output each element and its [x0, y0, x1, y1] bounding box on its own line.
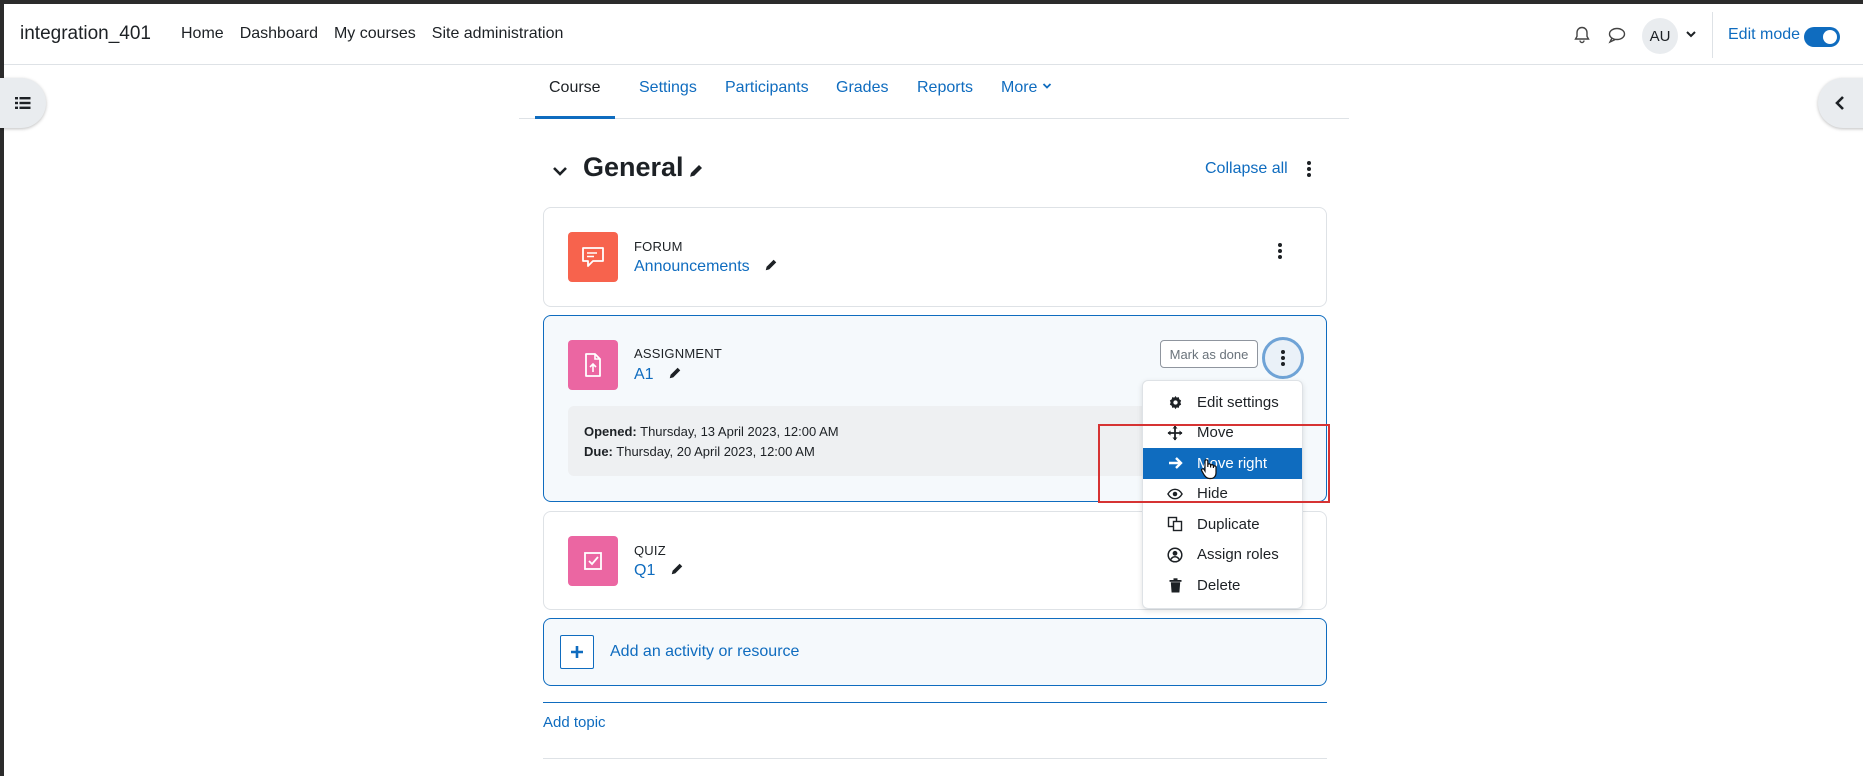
- hand-cursor-icon: [1201, 459, 1217, 480]
- top-navbar: integration_401 Home Dashboard My course…: [4, 4, 1863, 65]
- chevron-down-icon: [1042, 83, 1052, 89]
- quiz-icon: [568, 536, 618, 586]
- edit-pencil-icon[interactable]: [764, 258, 778, 272]
- edit-pencil-icon[interactable]: [670, 562, 684, 576]
- navbar-divider: [1712, 12, 1713, 58]
- activity-type-label: FORUM: [634, 239, 683, 254]
- activity-name-link[interactable]: Q1: [634, 562, 684, 580]
- tab-more-label: More: [1001, 79, 1038, 96]
- nav-dashboard[interactable]: Dashboard: [240, 25, 318, 43]
- nav-home[interactable]: Home: [181, 25, 224, 43]
- course-index-drawer-button[interactable]: [0, 78, 46, 128]
- chevron-left-icon: [1835, 96, 1844, 110]
- activity-actions-menu-button[interactable]: [1262, 337, 1304, 379]
- menu-item-label: Assign roles: [1197, 546, 1279, 564]
- section-actions-kebab-icon[interactable]: [1302, 158, 1316, 180]
- toggle-knob: [1823, 30, 1837, 44]
- opened-date-row: Opened: Thursday, 13 April 2023, 12:00 A…: [584, 422, 1142, 442]
- due-date-row: Due: Thursday, 20 April 2023, 12:00 AM: [584, 442, 1142, 462]
- tab-course[interactable]: Course: [535, 79, 615, 119]
- activity-actions-kebab-icon[interactable]: [1273, 240, 1287, 262]
- notification-bell-icon[interactable]: [1572, 25, 1592, 45]
- tab-more[interactable]: More: [1001, 79, 1052, 119]
- edit-pencil-icon[interactable]: [688, 163, 704, 179]
- edit-pencil-icon[interactable]: [668, 366, 682, 380]
- activity-name-link[interactable]: Announcements: [634, 258, 778, 276]
- user-avatar[interactable]: AU: [1642, 18, 1678, 54]
- section-bottom-divider: [543, 758, 1327, 759]
- forum-icon: [568, 232, 618, 282]
- tab-settings[interactable]: Settings: [639, 79, 697, 119]
- tab-participants[interactable]: Participants: [725, 79, 809, 119]
- mark-as-done-button[interactable]: Mark as done: [1160, 340, 1258, 368]
- trash-icon: [1167, 577, 1183, 593]
- site-name[interactable]: integration_401: [20, 23, 151, 45]
- activity-type-label: ASSIGNMENT: [634, 346, 722, 361]
- activity-name-link[interactable]: A1: [634, 366, 682, 384]
- add-activity-label: Add an activity or resource: [610, 643, 800, 660]
- messages-icon[interactable]: [1607, 25, 1627, 45]
- gear-icon: [1167, 394, 1183, 410]
- nav-my-courses[interactable]: My courses: [334, 25, 416, 43]
- menu-item-label: Delete: [1197, 576, 1241, 594]
- menu-item-delete[interactable]: Delete: [1143, 570, 1302, 601]
- menu-item-label: Edit settings: [1197, 393, 1279, 411]
- menu-item-label: Duplicate: [1197, 515, 1260, 533]
- activity-card-forum: FORUM Announcements: [543, 207, 1327, 307]
- opened-value: Thursday, 13 April 2023, 12:00 AM: [640, 424, 839, 439]
- add-activity-or-resource-button[interactable]: Add an activity or resource: [543, 618, 1327, 686]
- activity-type-label: QUIZ: [634, 543, 666, 558]
- edit-mode-toggle[interactable]: [1804, 27, 1840, 47]
- due-value: Thursday, 20 April 2023, 12:00 AM: [616, 444, 815, 459]
- tab-reports[interactable]: Reports: [917, 79, 973, 119]
- user-circle-icon: [1167, 547, 1183, 563]
- add-topic-link[interactable]: Add topic: [543, 714, 606, 731]
- menu-item-edit-settings[interactable]: Edit settings: [1143, 387, 1302, 418]
- tab-grades[interactable]: Grades: [836, 79, 888, 119]
- menu-item-duplicate[interactable]: Duplicate: [1143, 509, 1302, 540]
- add-topic-divider: [543, 702, 1327, 703]
- menu-item-assign-roles[interactable]: Assign roles: [1143, 540, 1302, 571]
- nav-site-administration[interactable]: Site administration: [432, 25, 564, 43]
- list-icon: [15, 97, 31, 109]
- assignment-icon: [568, 340, 618, 390]
- plus-icon: [560, 635, 594, 669]
- chevron-down-icon[interactable]: [1685, 28, 1697, 40]
- opened-label: Opened:: [584, 424, 637, 439]
- kebab-icon: [1281, 350, 1285, 366]
- duplicate-icon: [1167, 516, 1183, 532]
- activity-dates: Opened: Thursday, 13 April 2023, 12:00 A…: [568, 406, 1158, 476]
- activity-name-text: A1: [634, 366, 654, 383]
- activity-name-text: Announcements: [634, 258, 750, 275]
- section-title: General: [583, 152, 684, 182]
- collapse-all-link[interactable]: Collapse all: [1205, 160, 1288, 178]
- due-label: Due:: [584, 444, 613, 459]
- activity-name-text: Q1: [634, 562, 656, 579]
- course-secondary-navigation: Course Settings Participants Grades Repo…: [519, 65, 1349, 119]
- primary-navigation: Home Dashboard My courses Site administr…: [181, 25, 563, 43]
- edit-mode-label[interactable]: Edit mode: [1728, 26, 1800, 44]
- section-collapse-chevron-icon[interactable]: [551, 162, 569, 180]
- block-drawer-button[interactable]: [1818, 78, 1863, 128]
